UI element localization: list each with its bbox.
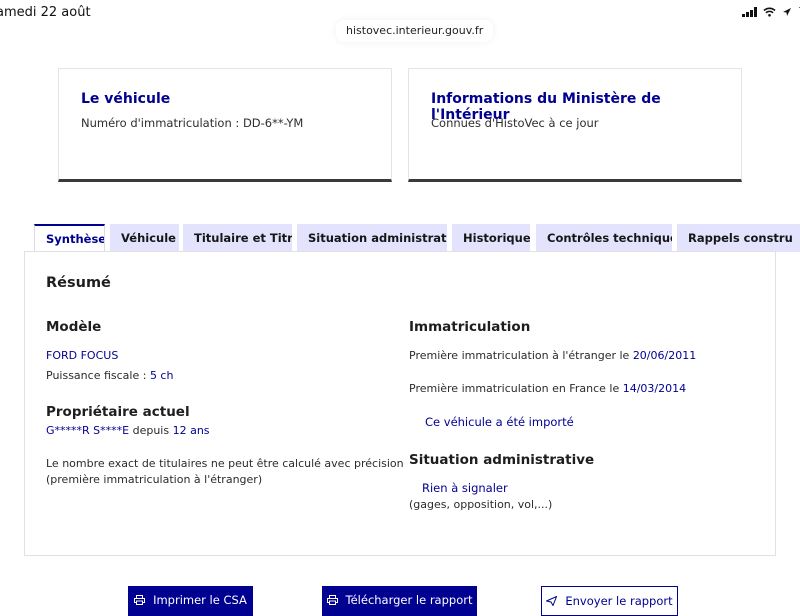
admin-heading: Situation administrative <box>409 452 595 468</box>
tab-rappels-constructeur[interactable]: Rappels constru <box>677 224 800 252</box>
admin-status-link[interactable]: Rien à signaler <box>422 481 508 495</box>
owner-since-value: 12 ans <box>172 424 210 437</box>
owner-note-line2: (première immatriculation à l'étranger) <box>46 473 263 486</box>
send-report-button[interactable]: Envoyer le rapport <box>541 586 678 616</box>
vehicle-card: Le véhicule Numéro d'immatriculation : D… <box>58 68 392 182</box>
location-icon <box>783 8 792 16</box>
admin-detail: (gages, opposition, vol,...) <box>409 498 553 511</box>
tab-synthese[interactable]: Synthèse <box>34 224 105 253</box>
print-csa-button[interactable]: Imprimer le CSA <box>128 586 253 616</box>
fiscal-power-label: Puissance fiscale : <box>46 369 150 382</box>
model-heading: Modèle <box>46 319 102 335</box>
summary-panel: Résumé Modèle FORD FOCUS Puissance fisca… <box>24 251 776 556</box>
france-label: Première immatriculation en France le <box>409 382 623 395</box>
tab-historique[interactable]: Historique <box>452 224 530 252</box>
france-date: 14/03/2014 <box>622 382 687 395</box>
wifi-icon <box>763 7 776 17</box>
status-date: amedi 22 août <box>0 5 91 20</box>
owner-heading: Propriétaire actuel <box>46 404 190 420</box>
fiscal-power-value: 5 ch <box>149 369 174 382</box>
tab-vehicule[interactable]: Véhicule <box>110 224 179 252</box>
printer-icon <box>326 595 338 605</box>
download-report-button[interactable]: Télécharger le rapport <box>322 586 477 616</box>
url-bar[interactable]: histovec.interieur.gouv.fr <box>336 20 494 42</box>
summary-heading: Résumé <box>46 275 111 291</box>
first-registration-abroad: Première immatriculation à l'étranger le… <box>409 349 696 362</box>
vehicle-card-plate: Numéro d'immatriculation : DD-6**-YM <box>81 116 304 130</box>
ministry-card-subtitle: Connues d'HistoVec à ce jour <box>431 116 599 130</box>
owner-name: G*****R S****E <box>46 424 130 437</box>
imported-link[interactable]: Ce véhicule a été importé <box>425 415 574 429</box>
owner-info: G*****R S****E depuis 12 ans <box>46 424 210 437</box>
vehicle-card-title: Le véhicule <box>81 91 171 107</box>
tab-titulaire[interactable]: Titulaire et Titre <box>183 224 292 252</box>
send-report-label: Envoyer le rapport <box>565 594 673 608</box>
send-icon <box>546 596 558 606</box>
owner-note-line1: Le nombre exact de titulaires ne peut êt… <box>46 457 404 470</box>
printer-icon <box>134 595 146 605</box>
abroad-date: 20/06/2011 <box>632 349 697 362</box>
tab-bar: Synthèse Véhicule Titulaire et Titre Sit… <box>34 224 800 253</box>
status-indicators: 7 <box>742 5 800 19</box>
download-report-label: Télécharger le rapport <box>345 593 473 607</box>
abroad-label: Première immatriculation à l'étranger le <box>409 349 633 362</box>
owner-since-label: depuis <box>129 424 173 437</box>
signal-icon <box>742 7 758 17</box>
model-name: FORD FOCUS <box>46 349 119 362</box>
registration-heading: Immatriculation <box>409 319 531 335</box>
ministry-card: Informations du Ministère de l'Intérieur… <box>408 68 742 182</box>
tab-controles-techniques[interactable]: Contrôles techniques <box>536 224 672 252</box>
tab-situation-administrative[interactable]: Situation administrative <box>297 224 447 252</box>
first-registration-france: Première immatriculation en France le 14… <box>409 382 686 395</box>
print-csa-label: Imprimer le CSA <box>153 593 247 607</box>
fiscal-power: Puissance fiscale : 5 ch <box>46 369 173 382</box>
url-text: histovec.interieur.gouv.fr <box>346 24 484 37</box>
